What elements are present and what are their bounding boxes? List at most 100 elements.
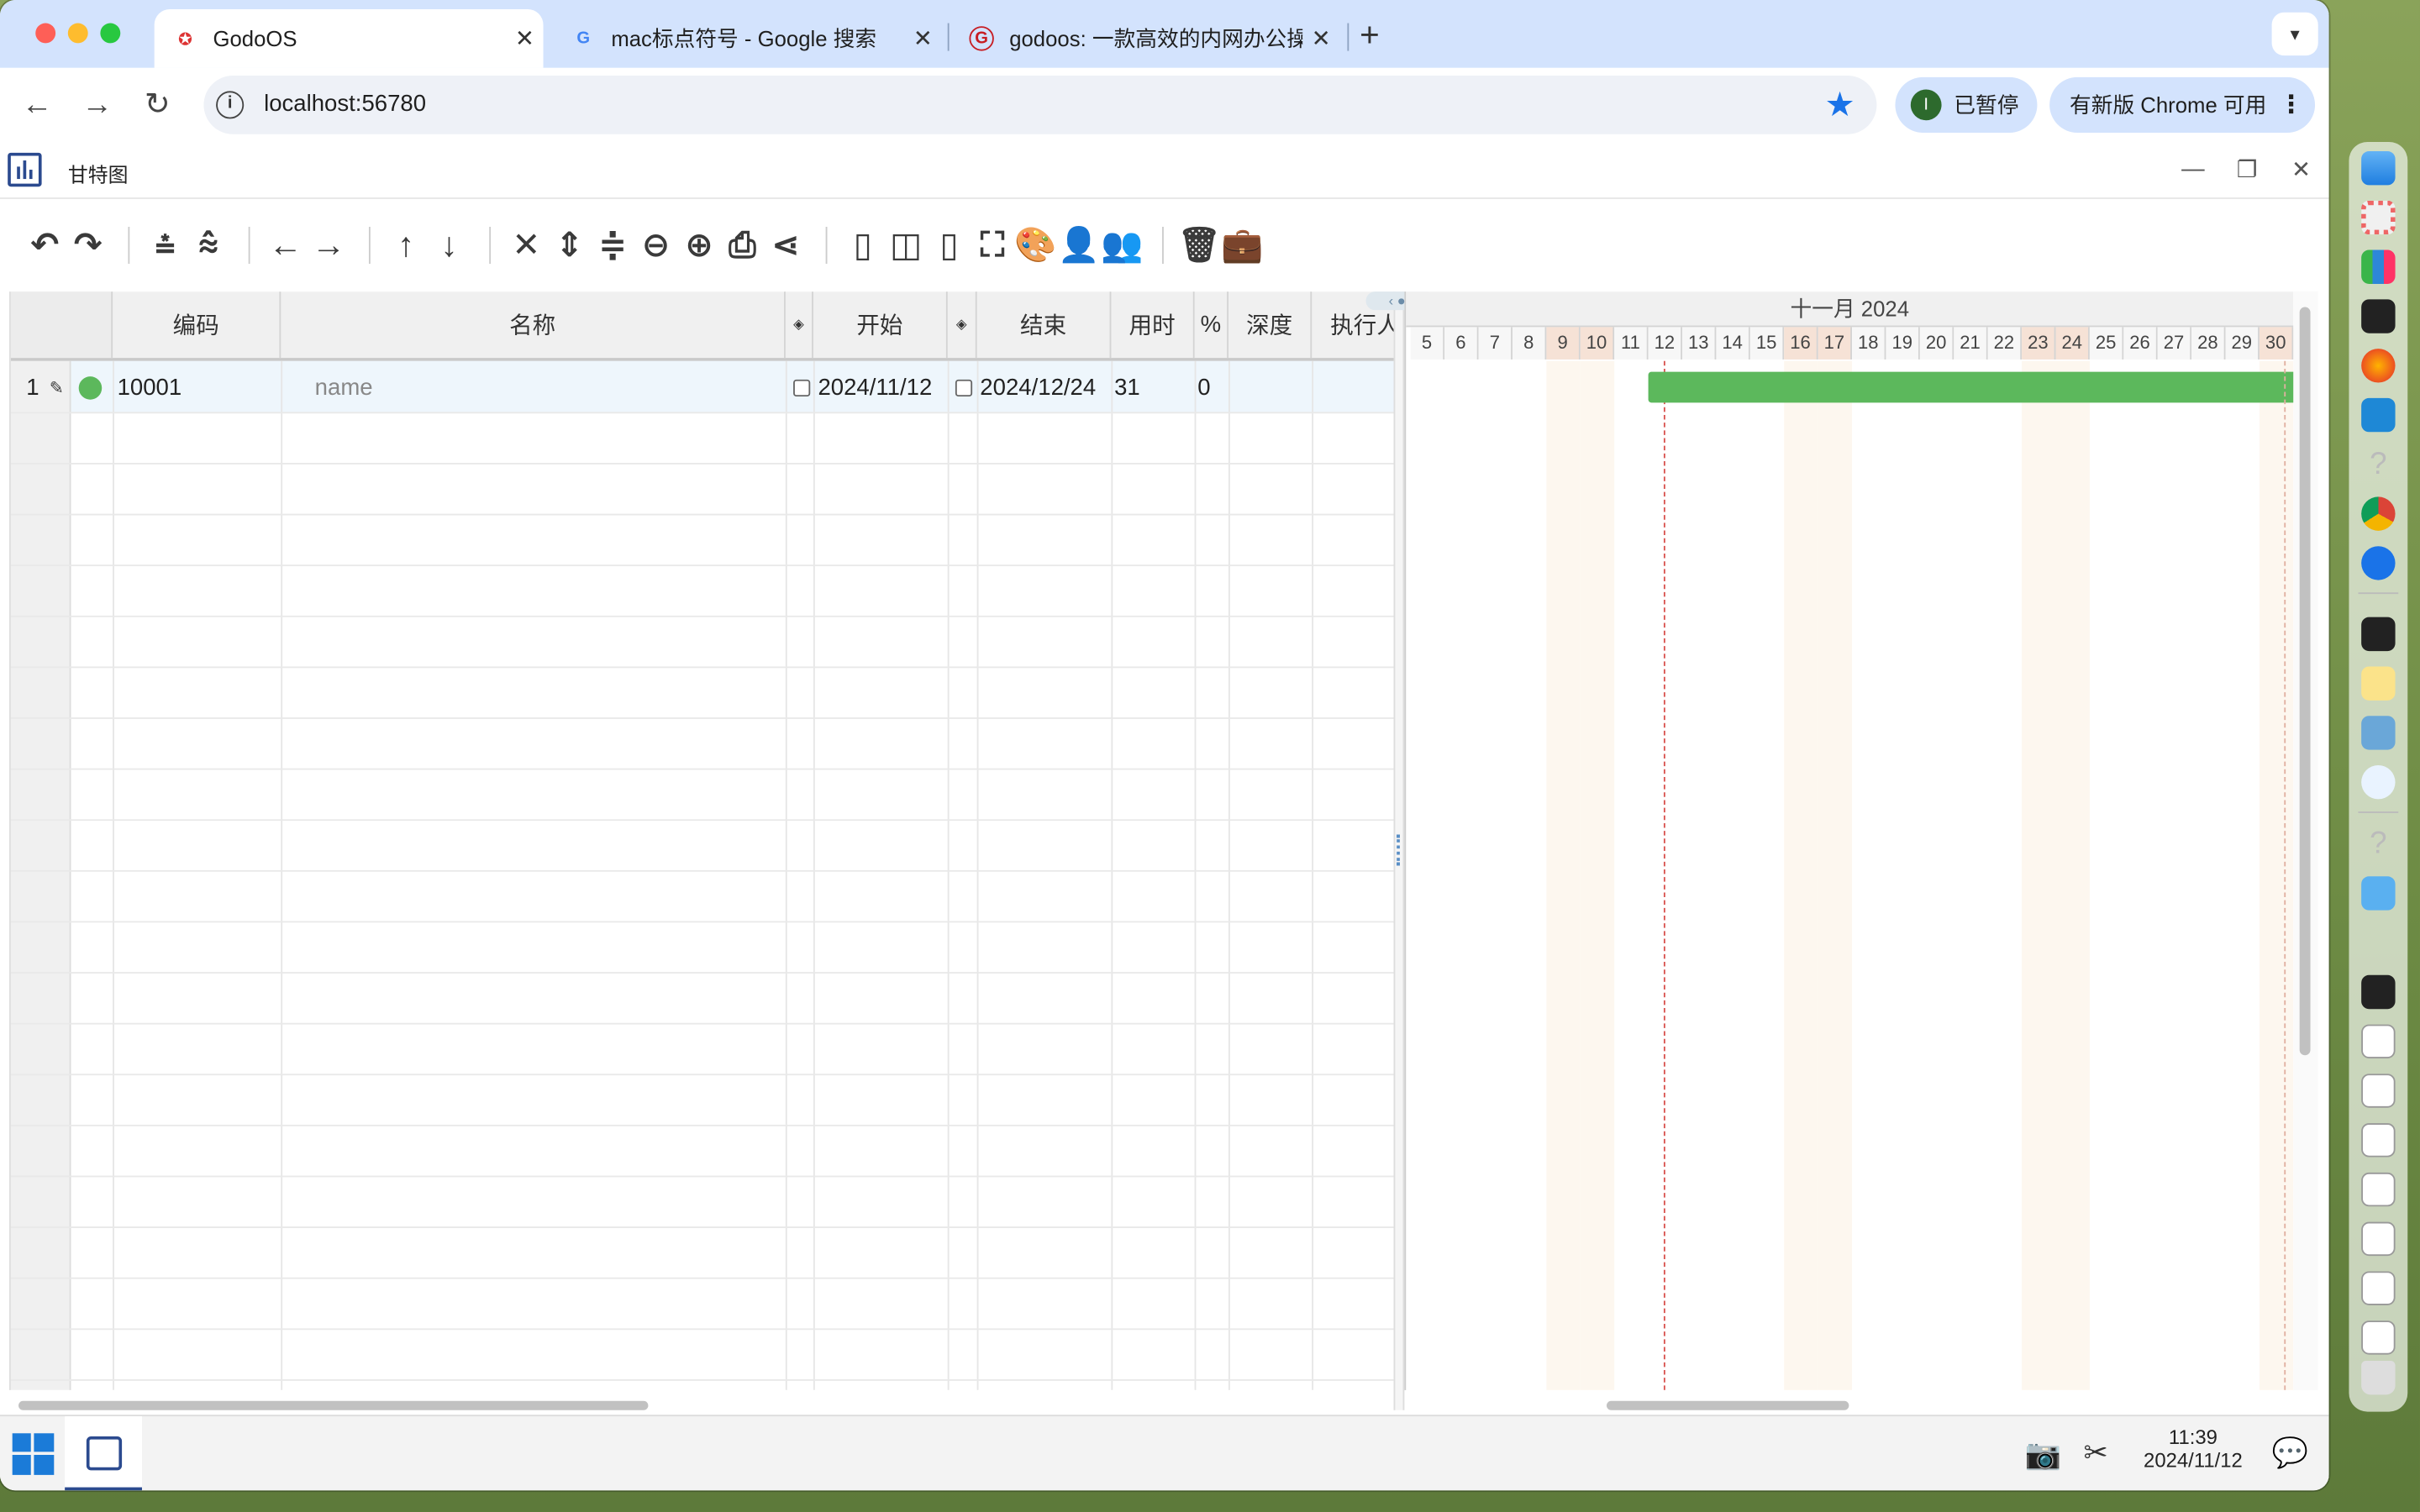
cell-duration[interactable]: 31 xyxy=(1114,363,1140,412)
window-thumbnail-icon[interactable] xyxy=(2361,1320,2396,1355)
cell-end[interactable]: 2024/12/24 xyxy=(980,363,1096,412)
profile-button[interactable]: I 已暂停 xyxy=(1895,76,2038,133)
gantt-only-view-icon[interactable]: ▯ xyxy=(929,225,970,265)
windows-start-icon[interactable] xyxy=(12,1433,55,1475)
col-header-percent[interactable]: % xyxy=(1195,291,1229,359)
tab-google-search[interactable]: G mac标点符号 - Google 搜索 ✕ xyxy=(553,9,942,68)
zoom-window-button[interactable] xyxy=(100,23,121,44)
vertical-scrollbar[interactable] xyxy=(2293,291,2318,1390)
palette-icon[interactable]: 🎨 xyxy=(1014,225,1056,265)
clock[interactable]: 11:39 2024/11/12 xyxy=(2142,1425,2244,1472)
start-milestone-checkbox[interactable] xyxy=(793,363,819,412)
briefcase-icon[interactable]: 💼 xyxy=(1221,225,1263,265)
vertical-scroll-thumb[interactable] xyxy=(2299,307,2311,1056)
app-box-icon[interactable] xyxy=(2361,617,2396,652)
taskbar-gantt-app[interactable] xyxy=(65,1416,142,1491)
move-down-arrow-icon[interactable]: ↓ xyxy=(429,225,470,265)
users-icon[interactable]: 👥 xyxy=(1101,225,1143,265)
task-bar[interactable] xyxy=(1648,371,2294,403)
kebab-menu-icon[interactable]: ⋮ xyxy=(2279,90,2303,121)
window-thumbnail-icon[interactable] xyxy=(2361,1123,2396,1158)
bookmark-star-icon[interactable]: ★ xyxy=(1824,85,1854,125)
tab-godoos-repo[interactable]: G godoos: 一款高效的内网办公操 ✕ xyxy=(950,9,1339,68)
firefox-icon[interactable] xyxy=(2361,349,2396,383)
cell-start[interactable]: 2024/11/12 xyxy=(818,363,932,412)
vscode-icon[interactable] xyxy=(2361,397,2396,433)
reload-icon[interactable]: ↻ xyxy=(139,87,176,123)
downloads-folder-icon[interactable] xyxy=(2361,876,2396,911)
print-icon[interactable]: ⎙ xyxy=(723,225,763,265)
collapse-all-icon[interactable]: ≑ xyxy=(592,225,633,265)
chrome-icon[interactable] xyxy=(2361,496,2396,531)
cell-code[interactable]: 10001 xyxy=(118,363,182,412)
indent-arrow-right-icon[interactable]: → xyxy=(308,225,349,265)
col-header-start[interactable]: 开始 xyxy=(813,291,948,359)
pane-splitter[interactable] xyxy=(1393,291,1405,1410)
zoom-in-icon[interactable]: ⊕ xyxy=(679,225,719,265)
close-icon[interactable]: ✕ xyxy=(2286,156,2317,183)
col-header-depth[interactable]: 深度 xyxy=(1228,291,1313,359)
undo-icon[interactable]: ↶ xyxy=(24,225,65,265)
chat-icon[interactable] xyxy=(2361,765,2396,800)
site-info-icon[interactable]: i xyxy=(216,91,245,119)
notification-icon[interactable]: 💬 xyxy=(2272,1435,2308,1472)
question-icon[interactable]: ? xyxy=(2361,827,2395,860)
grid-only-view-icon[interactable]: ▯ xyxy=(843,225,883,265)
close-tab-icon[interactable]: ✕ xyxy=(506,24,543,52)
edit-pencil-icon[interactable]: ✎ xyxy=(50,363,64,412)
back-arrow-icon[interactable]: ← xyxy=(18,87,55,123)
minimize-icon[interactable]: — xyxy=(2178,156,2209,182)
col-header-duration[interactable]: 用时 xyxy=(1111,291,1195,359)
window-thumbnail-icon[interactable] xyxy=(2361,1024,2396,1058)
new-tab-button[interactable]: + xyxy=(1360,15,1380,55)
cell-percent[interactable]: 0 xyxy=(1197,363,1210,412)
numbers-icon[interactable] xyxy=(2361,249,2396,284)
col-header-end[interactable]: 结束 xyxy=(977,291,1112,359)
preview-icon[interactable] xyxy=(2361,716,2396,750)
insert-below-icon[interactable]: ⩯ xyxy=(188,225,229,265)
window-thumbnail-icon[interactable] xyxy=(2361,1172,2396,1207)
trash-icon[interactable] xyxy=(2361,1360,2396,1395)
splitter-grip-icon[interactable] xyxy=(1397,834,1402,866)
close-window-button[interactable] xyxy=(35,23,56,44)
fullscreen-icon[interactable]: ⛶ xyxy=(972,225,1013,265)
end-milestone-checkbox[interactable] xyxy=(955,363,981,412)
tab-godoos[interactable]: ✪ GodoOS ✕ xyxy=(154,9,544,68)
insert-above-icon[interactable]: ⩮ xyxy=(145,225,186,265)
col-header-code[interactable]: 编码 xyxy=(113,291,281,359)
restore-icon[interactable]: ❐ xyxy=(2232,156,2263,183)
gantt-horizontal-scrollbar[interactable] xyxy=(1607,1400,1849,1410)
col-header-name[interactable]: 名称 xyxy=(281,291,786,359)
add-user-icon[interactable]: 👤 xyxy=(1058,225,1100,265)
outdent-arrow-left-icon[interactable]: ← xyxy=(266,225,306,265)
share-icon[interactable]: ⋖ xyxy=(765,225,806,265)
trash-icon[interactable]: 🗑 xyxy=(1177,225,1220,265)
scissors-icon[interactable]: ✂ xyxy=(2084,1436,2108,1472)
forward-arrow-icon[interactable]: → xyxy=(79,87,116,123)
close-tab-icon[interactable]: ✕ xyxy=(1302,24,1339,52)
minimize-window-button[interactable] xyxy=(67,23,88,44)
close-tab-icon[interactable]: ✕ xyxy=(904,24,941,52)
terminal-icon[interactable] xyxy=(2361,299,2396,333)
move-up-arrow-icon[interactable]: ↑ xyxy=(386,225,426,265)
window-thumbnail-icon[interactable] xyxy=(2361,1271,2396,1305)
expand-all-icon[interactable]: ⇕ xyxy=(550,225,590,265)
maps-pin-icon[interactable] xyxy=(2361,546,2396,580)
window-thumbnail-icon[interactable] xyxy=(2361,974,2396,1010)
launchpad-icon[interactable] xyxy=(2361,200,2396,235)
address-bar[interactable]: i localhost:56780 ★ xyxy=(203,75,1877,134)
question-icon[interactable]: ? xyxy=(2361,448,2395,481)
cell-name[interactable]: name xyxy=(315,363,373,412)
end-lock-icon[interactable]: ◈ xyxy=(948,291,977,359)
delete-x-icon[interactable]: ✕ xyxy=(506,225,546,265)
tab-search-chevron-icon[interactable]: ▾ xyxy=(2271,12,2318,56)
window-thumbnail-icon[interactable] xyxy=(2361,1221,2396,1257)
chrome-update-button[interactable]: 有新版 Chrome 可用 ⋮ xyxy=(2049,76,2316,133)
split-view-icon[interactable]: ◫ xyxy=(886,225,926,265)
window-thumbnail-icon[interactable] xyxy=(2361,1074,2396,1108)
grid-horizontal-scrollbar[interactable] xyxy=(18,1400,649,1410)
start-lock-icon[interactable]: ◈ xyxy=(786,291,813,359)
url-text[interactable]: localhost:56780 xyxy=(264,91,426,117)
notes-icon[interactable] xyxy=(2361,666,2396,701)
finder-icon[interactable] xyxy=(2361,150,2396,186)
